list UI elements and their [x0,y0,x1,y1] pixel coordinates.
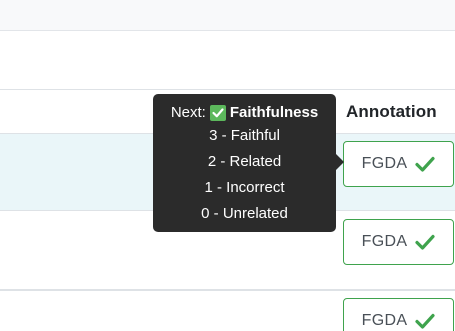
annotation-button[interactable]: FGDA [343,298,454,331]
check-box-icon [209,104,226,121]
tooltip-option: 3 - Faithful [209,127,280,144]
annotation-button[interactable]: FGDA [343,141,454,187]
annotation-button-label: FGDA [361,155,408,172]
tooltip-option: 2 - Related [207,153,282,170]
checkmark-icon [415,234,435,250]
top-row-strip [0,0,455,31]
annotation-button-label: FGDA [361,233,408,250]
tooltip-header: Next: Faithfulness [153,102,336,123]
empty-row [0,32,455,90]
tooltip-option: 0 - Unrelated [201,205,288,222]
tooltip-option: 1 - Incorrect [204,179,285,196]
tooltip-next-label: Next: [170,104,206,121]
annotation-tooltip: Next: Faithfulness 3 - Faithful 2 - Rela… [153,94,344,232]
annotation-button-label: FGDA [361,312,408,329]
tooltip-arrow [336,154,344,170]
checkmark-icon [415,156,435,172]
annotation-button[interactable]: FGDA [343,219,454,265]
tooltip-metric-name: Faithfulness [229,104,319,121]
checkmark-icon [415,313,435,329]
annotation-column-header: Annotation [346,102,437,121]
